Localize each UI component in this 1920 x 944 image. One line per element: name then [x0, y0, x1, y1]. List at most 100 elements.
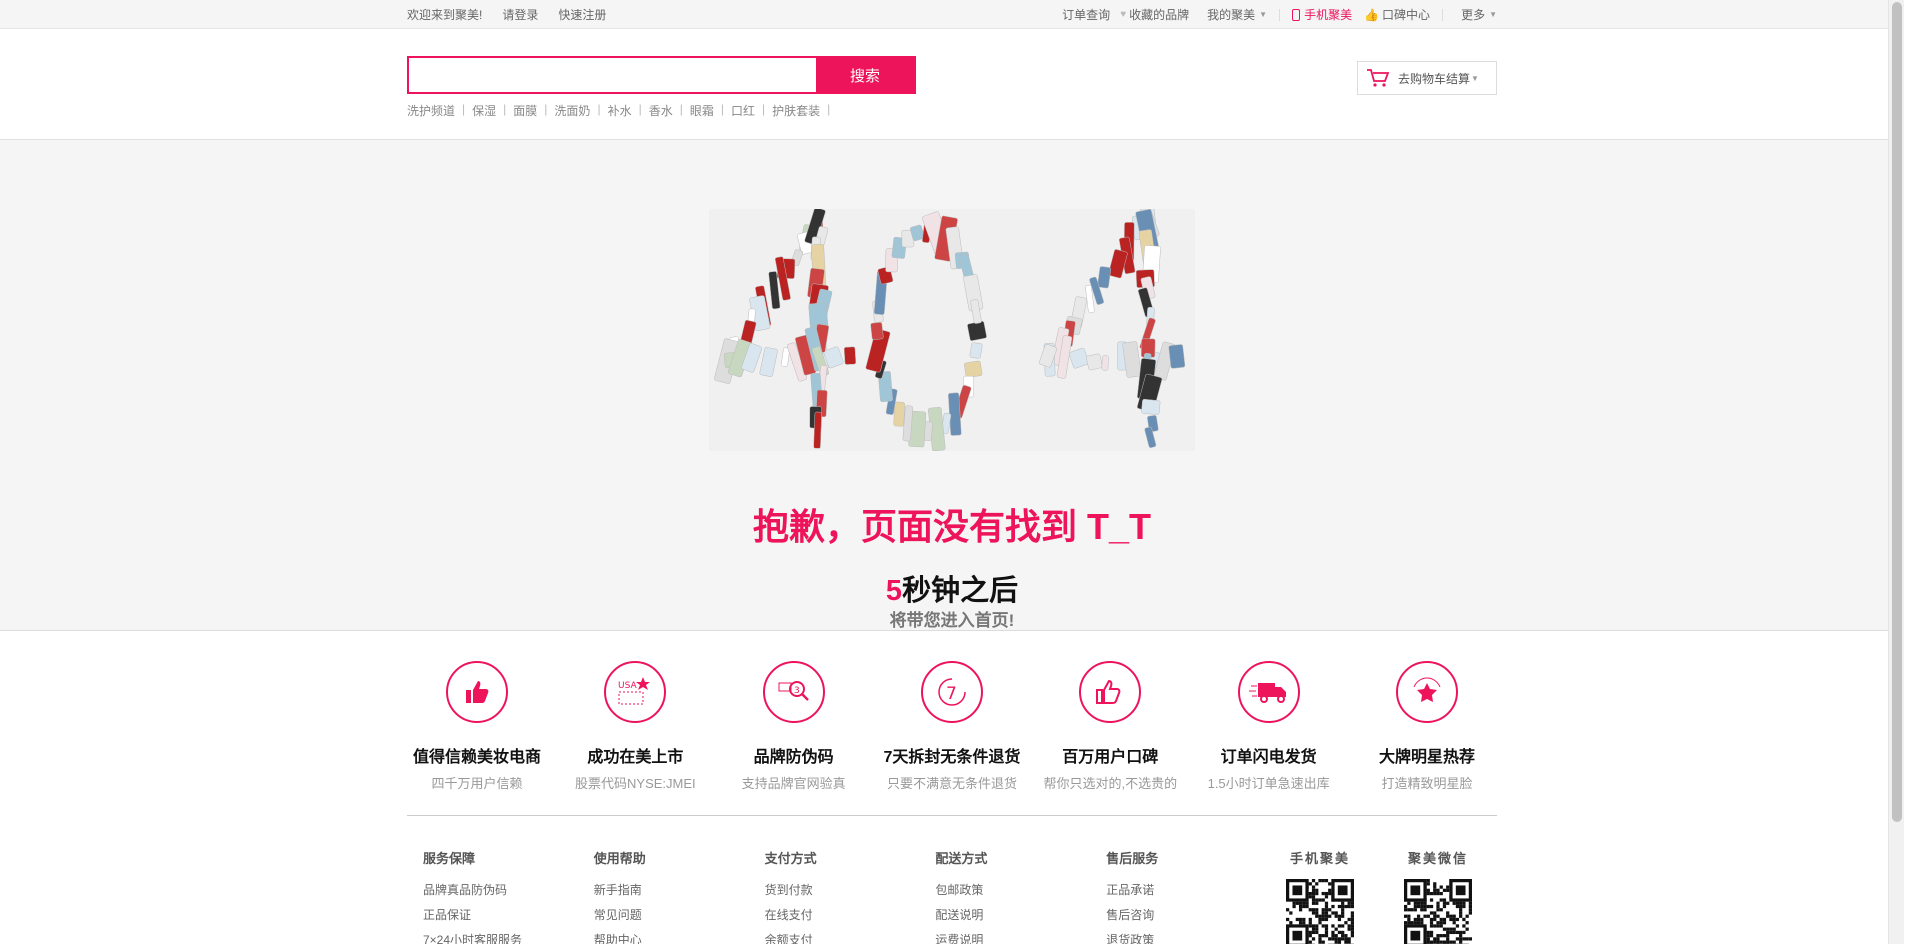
phone-icon: [1292, 8, 1301, 21]
product-shape: [870, 322, 884, 340]
promise-title: 值得信赖美妆电商: [412, 749, 541, 766]
footer-link[interactable]: 7×24小时客服服务: [423, 931, 578, 944]
search-box: 搜索: [407, 56, 916, 94]
header: 搜索 洗护频道 | 保湿 | 面膜 | 洗面奶 | 补水 | 香水 | 眼霜 | 口红 | 护肤套装 | 去购物车…: [0, 29, 1904, 140]
product-shape: [843, 346, 857, 365]
search-input[interactable]: [409, 58, 816, 92]
footer-link[interactable]: 运费说明: [935, 931, 1090, 944]
qr-codes: 手机聚美 聚美微信: [1261, 848, 1497, 944]
countdown-seconds: 5: [885, 575, 903, 607]
product-shape: [759, 347, 778, 377]
delivery-truck-icon: [1237, 661, 1300, 723]
thumbs-up-outline-icon: [1079, 661, 1142, 723]
product-shape: [893, 401, 905, 427]
cart-icon: [1358, 62, 1398, 94]
footer-link[interactable]: 配送说明: [935, 906, 1090, 923]
divider: |: [827, 102, 831, 116]
hot-keyword-link[interactable]: 补水: [608, 102, 632, 119]
qr-wechat-title: 聚美微信: [1407, 851, 1468, 866]
footer-column: 使用帮助新手指南常见问题帮助中心: [578, 848, 749, 944]
footer-link[interactable]: 退货政策: [1106, 931, 1261, 944]
footer-link[interactable]: 帮助中心: [594, 931, 749, 944]
promise-title: 7天拆封无条件退货: [883, 749, 1021, 766]
promise-subtitle: 四千万用户信赖: [431, 776, 523, 791]
divider: |: [720, 102, 724, 116]
hot-keyword-link[interactable]: 面膜: [513, 102, 537, 119]
footer-link[interactable]: 在线支付: [765, 906, 920, 923]
search-button[interactable]: 搜索: [816, 58, 914, 92]
fav-brands-link[interactable]: ♥ 收藏的品牌: [1120, 6, 1189, 23]
product-shape: [964, 360, 983, 378]
service-promises: 值得信赖美妆电商 四千万用户信赖 USA 成功在美上市 股票代码NYSE:JMEI 3 品牌…: [0, 631, 1904, 816]
product-shape: [1141, 399, 1161, 415]
hot-keyword-link[interactable]: 眼霜: [690, 102, 714, 119]
promise-item: 订单闪电发货 1.5小时订单急速出库: [1199, 631, 1339, 815]
redirect-text: 将带您进入首页!: [889, 611, 1015, 630]
footer-column-title: 使用帮助: [593, 851, 646, 866]
product-shape: [967, 321, 987, 341]
product-shape: [1108, 249, 1128, 279]
promise-title: 大牌明星热荐: [1378, 749, 1475, 766]
hot-keywords: 洗护频道 | 保湿 | 面膜 | 洗面奶 | 补水 | 香水 | 眼霜 | 口红 | 护肤套装 |: [407, 102, 837, 119]
svg-text:USA: USA: [618, 681, 637, 691]
promise-subtitle: 帮你只选对的,不选贵的: [1043, 776, 1178, 791]
qr-wechat: 聚美微信: [1379, 848, 1497, 944]
chevron-down-icon: ▼: [1259, 10, 1268, 19]
error-section: 抱歉，页面没有找到 T_T 5秒钟之后 将带您进入首页!: [0, 140, 1904, 631]
divider: |: [638, 102, 642, 116]
promise-subtitle: 股票代码NYSE:JMEI: [575, 776, 696, 791]
hot-keyword-link[interactable]: 香水: [649, 102, 673, 119]
promise-title: 成功在美上市: [587, 749, 684, 766]
footer-link[interactable]: 常见问题: [594, 906, 749, 923]
footer-column: 配送方式包邮政策配送说明运费说明: [919, 848, 1090, 944]
anti-fake-search-icon: 3: [762, 661, 825, 723]
promise-title: 订单闪电发货: [1220, 749, 1317, 766]
promise-subtitle: 只要不满意无条件退货: [886, 776, 1017, 791]
scrollbar-thumb[interactable]: [1892, 2, 1902, 822]
more-menu[interactable]: 更多 ▼: [1461, 6, 1497, 23]
register-link[interactable]: 快速注册: [558, 6, 606, 23]
star-badge-icon: [1395, 661, 1458, 723]
divider: |: [544, 102, 548, 116]
order-query-link[interactable]: 订单查询: [1062, 6, 1110, 23]
reputation-center-link[interactable]: 👍 口碑中心: [1364, 6, 1430, 23]
footer-link[interactable]: 售后咨询: [1106, 906, 1261, 923]
footer-column-title: 配送方式: [935, 851, 988, 866]
divider: |: [462, 102, 466, 116]
footer-link[interactable]: 货到付款: [765, 881, 920, 898]
divider: |: [597, 102, 601, 116]
footer-link[interactable]: 品牌真品防伪码: [423, 881, 578, 898]
footer-link[interactable]: 正品保证: [423, 906, 578, 923]
footer-column: 服务保障 品牌真品防伪码 正品保证 7×24小时客服服务: [407, 848, 578, 944]
error-title: 抱歉，页面没有找到 T_T: [752, 506, 1151, 547]
my-jumei-menu[interactable]: 我的聚美 ▼: [1207, 6, 1267, 23]
product-shape: [1097, 266, 1112, 289]
product-shape: [813, 411, 822, 449]
cart-button[interactable]: 去购物车结算 ▼: [1357, 61, 1497, 95]
login-link[interactable]: 请登录: [502, 6, 538, 23]
404-illustration: [709, 196, 1195, 452]
footer-link[interactable]: 正品承诺: [1106, 881, 1261, 898]
footer-column-title: 支付方式: [764, 851, 817, 866]
svg-text:3: 3: [794, 686, 800, 696]
hot-keyword-link[interactable]: 护肤套装: [772, 102, 820, 119]
product-shape: [1086, 353, 1103, 371]
hot-keyword-link[interactable]: 洗护频道: [407, 102, 455, 119]
footer-link[interactable]: 新手指南: [594, 881, 749, 898]
seven-day-return-icon: 7: [920, 661, 983, 723]
heart-icon: ♥: [1120, 9, 1127, 20]
promise-subtitle: 打造精致明星脸: [1381, 776, 1473, 791]
footer-link[interactable]: 余额支付: [765, 931, 920, 944]
chevron-down-icon: ▼: [1489, 10, 1497, 19]
promise-subtitle: 1.5小时订单急速出库: [1207, 776, 1330, 791]
footer-link[interactable]: 包邮政策: [935, 881, 1090, 898]
mobile-jumei-link[interactable]: 手机聚美: [1292, 6, 1352, 23]
hot-keyword-link[interactable]: 洗面奶: [554, 102, 590, 119]
hot-keyword-link[interactable]: 保湿: [472, 102, 496, 119]
scrollbar[interactable]: [1888, 0, 1904, 944]
promise-item: 3 品牌防伪码 支持品牌官网验真: [724, 631, 864, 815]
divider: |: [503, 102, 507, 116]
promise-subtitle: 支持品牌官网验真: [741, 776, 846, 791]
usa-star-icon: USA: [604, 661, 667, 723]
hot-keyword-link[interactable]: 口红: [731, 102, 755, 119]
